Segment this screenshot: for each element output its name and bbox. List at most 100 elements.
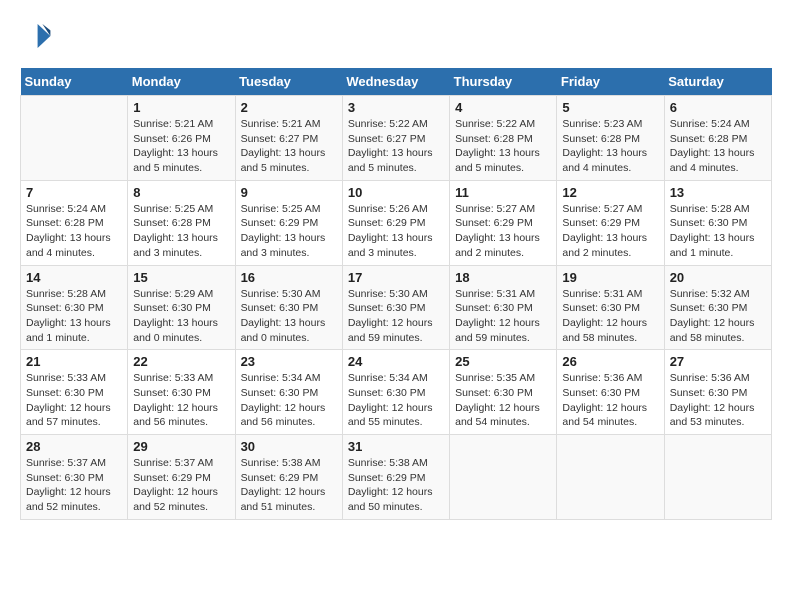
- cell-info: Sunrise: 5:36 AM Sunset: 6:30 PM Dayligh…: [562, 371, 658, 430]
- date-number: 18: [455, 270, 551, 285]
- date-number: 27: [670, 354, 766, 369]
- date-number: 26: [562, 354, 658, 369]
- calendar-cell: 23 Sunrise: 5:34 AM Sunset: 6:30 PM Dayli…: [235, 350, 342, 435]
- week-row-1: 1 Sunrise: 5:21 AM Sunset: 6:26 PM Daylig…: [21, 96, 772, 181]
- date-number: 11: [455, 185, 551, 200]
- calendar-cell: 7 Sunrise: 5:24 AM Sunset: 6:28 PM Daylig…: [21, 180, 128, 265]
- calendar-cell: 24Sunrise: 5:34 AM Sunset: 6:30 PM Dayli…: [342, 350, 449, 435]
- day-header-friday: Friday: [557, 68, 664, 96]
- calendar-cell: 26 Sunrise: 5:36 AM Sunset: 6:30 PM Dayli…: [557, 350, 664, 435]
- calendar-cell: 2 Sunrise: 5:21 AM Sunset: 6:27 PM Daylig…: [235, 96, 342, 181]
- calendar-cell: 25 Sunrise: 5:35 AM Sunset: 6:30 PM Dayli…: [450, 350, 557, 435]
- day-header-monday: Monday: [128, 68, 235, 96]
- week-row-5: 28 Sunrise: 5:37 AM Sunset: 6:30 PM Dayli…: [21, 435, 772, 520]
- calendar-cell: 15 Sunrise: 5:29 AM Sunset: 6:30 PM Dayli…: [128, 265, 235, 350]
- week-row-3: 14 Sunrise: 5:28 AM Sunset: 6:30 PM Dayli…: [21, 265, 772, 350]
- calendar-cell: 1 Sunrise: 5:21 AM Sunset: 6:26 PM Daylig…: [128, 96, 235, 181]
- calendar-cell: 31Sunrise: 5:38 AM Sunset: 6:29 PM Dayli…: [342, 435, 449, 520]
- day-header-sunday: Sunday: [21, 68, 128, 96]
- calendar-cell: 13Sunrise: 5:28 AM Sunset: 6:30 PM Dayli…: [664, 180, 771, 265]
- cell-info: Sunrise: 5:34 AM Sunset: 6:30 PM Dayligh…: [241, 371, 337, 430]
- cell-info: Sunrise: 5:27 AM Sunset: 6:29 PM Dayligh…: [455, 202, 551, 261]
- date-number: 6: [670, 100, 766, 115]
- date-number: 25: [455, 354, 551, 369]
- calendar-cell: 21 Sunrise: 5:33 AM Sunset: 6:30 PM Dayli…: [21, 350, 128, 435]
- cell-info: Sunrise: 5:37 AM Sunset: 6:30 PM Dayligh…: [26, 456, 122, 515]
- cell-info: Sunrise: 5:38 AM Sunset: 6:29 PM Dayligh…: [348, 456, 444, 515]
- date-number: 5: [562, 100, 658, 115]
- week-row-4: 21 Sunrise: 5:33 AM Sunset: 6:30 PM Dayli…: [21, 350, 772, 435]
- date-number: 9: [241, 185, 337, 200]
- cell-info: Sunrise: 5:25 AM Sunset: 6:28 PM Dayligh…: [133, 202, 229, 261]
- calendar-cell: 17 Sunrise: 5:30 AM Sunset: 6:30 PM Dayli…: [342, 265, 449, 350]
- cell-info: Sunrise: 5:33 AM Sunset: 6:30 PM Dayligh…: [133, 371, 229, 430]
- date-number: 20: [670, 270, 766, 285]
- header-row: SundayMondayTuesdayWednesdayThursdayFrid…: [21, 68, 772, 96]
- cell-info: Sunrise: 5:33 AM Sunset: 6:30 PM Dayligh…: [26, 371, 122, 430]
- date-number: 3: [348, 100, 444, 115]
- date-number: 13: [670, 185, 766, 200]
- date-number: 17: [348, 270, 444, 285]
- calendar-table: SundayMondayTuesdayWednesdayThursdayFrid…: [20, 68, 772, 520]
- calendar-cell: [664, 435, 771, 520]
- cell-info: Sunrise: 5:21 AM Sunset: 6:26 PM Dayligh…: [133, 117, 229, 176]
- cell-info: Sunrise: 5:22 AM Sunset: 6:28 PM Dayligh…: [455, 117, 551, 176]
- cell-info: Sunrise: 5:36 AM Sunset: 6:30 PM Dayligh…: [670, 371, 766, 430]
- cell-info: Sunrise: 5:35 AM Sunset: 6:30 PM Dayligh…: [455, 371, 551, 430]
- cell-info: Sunrise: 5:31 AM Sunset: 6:30 PM Dayligh…: [455, 287, 551, 346]
- calendar-cell: 27 Sunrise: 5:36 AM Sunset: 6:30 PM Dayli…: [664, 350, 771, 435]
- cell-info: Sunrise: 5:34 AM Sunset: 6:30 PM Dayligh…: [348, 371, 444, 430]
- calendar-cell: 11 Sunrise: 5:27 AM Sunset: 6:29 PM Dayli…: [450, 180, 557, 265]
- date-number: 29: [133, 439, 229, 454]
- date-number: 16: [241, 270, 337, 285]
- date-number: 23: [241, 354, 337, 369]
- logo: [20, 20, 56, 52]
- cell-info: Sunrise: 5:29 AM Sunset: 6:30 PM Dayligh…: [133, 287, 229, 346]
- date-number: 21: [26, 354, 122, 369]
- cell-info: Sunrise: 5:22 AM Sunset: 6:27 PM Dayligh…: [348, 117, 444, 176]
- cell-info: Sunrise: 5:25 AM Sunset: 6:29 PM Dayligh…: [241, 202, 337, 261]
- date-number: 28: [26, 439, 122, 454]
- logo-icon: [20, 20, 52, 52]
- date-number: 14: [26, 270, 122, 285]
- calendar-cell: [557, 435, 664, 520]
- date-number: 15: [133, 270, 229, 285]
- calendar-cell: 18 Sunrise: 5:31 AM Sunset: 6:30 PM Dayli…: [450, 265, 557, 350]
- date-number: 8: [133, 185, 229, 200]
- day-header-tuesday: Tuesday: [235, 68, 342, 96]
- calendar-cell: 4Sunrise: 5:22 AM Sunset: 6:28 PM Daylig…: [450, 96, 557, 181]
- calendar-cell: 9 Sunrise: 5:25 AM Sunset: 6:29 PM Daylig…: [235, 180, 342, 265]
- date-number: 12: [562, 185, 658, 200]
- calendar-cell: [450, 435, 557, 520]
- week-row-2: 7 Sunrise: 5:24 AM Sunset: 6:28 PM Daylig…: [21, 180, 772, 265]
- date-number: 19: [562, 270, 658, 285]
- calendar-cell: 20 Sunrise: 5:32 AM Sunset: 6:30 PM Dayli…: [664, 265, 771, 350]
- cell-info: Sunrise: 5:21 AM Sunset: 6:27 PM Dayligh…: [241, 117, 337, 176]
- calendar-cell: 19Sunrise: 5:31 AM Sunset: 6:30 PM Dayli…: [557, 265, 664, 350]
- calendar-cell: 6 Sunrise: 5:24 AM Sunset: 6:28 PM Daylig…: [664, 96, 771, 181]
- cell-info: Sunrise: 5:30 AM Sunset: 6:30 PM Dayligh…: [348, 287, 444, 346]
- date-number: 1: [133, 100, 229, 115]
- calendar-cell: 5 Sunrise: 5:23 AM Sunset: 6:28 PM Daylig…: [557, 96, 664, 181]
- cell-info: Sunrise: 5:24 AM Sunset: 6:28 PM Dayligh…: [26, 202, 122, 261]
- cell-info: Sunrise: 5:23 AM Sunset: 6:28 PM Dayligh…: [562, 117, 658, 176]
- day-header-wednesday: Wednesday: [342, 68, 449, 96]
- cell-info: Sunrise: 5:24 AM Sunset: 6:28 PM Dayligh…: [670, 117, 766, 176]
- calendar-cell: 28 Sunrise: 5:37 AM Sunset: 6:30 PM Dayli…: [21, 435, 128, 520]
- cell-info: Sunrise: 5:30 AM Sunset: 6:30 PM Dayligh…: [241, 287, 337, 346]
- calendar-cell: 30Sunrise: 5:38 AM Sunset: 6:29 PM Dayli…: [235, 435, 342, 520]
- date-number: 7: [26, 185, 122, 200]
- calendar-cell: 3 Sunrise: 5:22 AM Sunset: 6:27 PM Daylig…: [342, 96, 449, 181]
- calendar-cell: 10Sunrise: 5:26 AM Sunset: 6:29 PM Dayli…: [342, 180, 449, 265]
- calendar-cell: 22Sunrise: 5:33 AM Sunset: 6:30 PM Dayli…: [128, 350, 235, 435]
- cell-info: Sunrise: 5:38 AM Sunset: 6:29 PM Dayligh…: [241, 456, 337, 515]
- cell-info: Sunrise: 5:27 AM Sunset: 6:29 PM Dayligh…: [562, 202, 658, 261]
- cell-info: Sunrise: 5:37 AM Sunset: 6:29 PM Dayligh…: [133, 456, 229, 515]
- calendar-cell: 29 Sunrise: 5:37 AM Sunset: 6:29 PM Dayli…: [128, 435, 235, 520]
- calendar-cell: [21, 96, 128, 181]
- date-number: 10: [348, 185, 444, 200]
- calendar-cell: 14 Sunrise: 5:28 AM Sunset: 6:30 PM Dayli…: [21, 265, 128, 350]
- date-number: 2: [241, 100, 337, 115]
- cell-info: Sunrise: 5:32 AM Sunset: 6:30 PM Dayligh…: [670, 287, 766, 346]
- cell-info: Sunrise: 5:28 AM Sunset: 6:30 PM Dayligh…: [26, 287, 122, 346]
